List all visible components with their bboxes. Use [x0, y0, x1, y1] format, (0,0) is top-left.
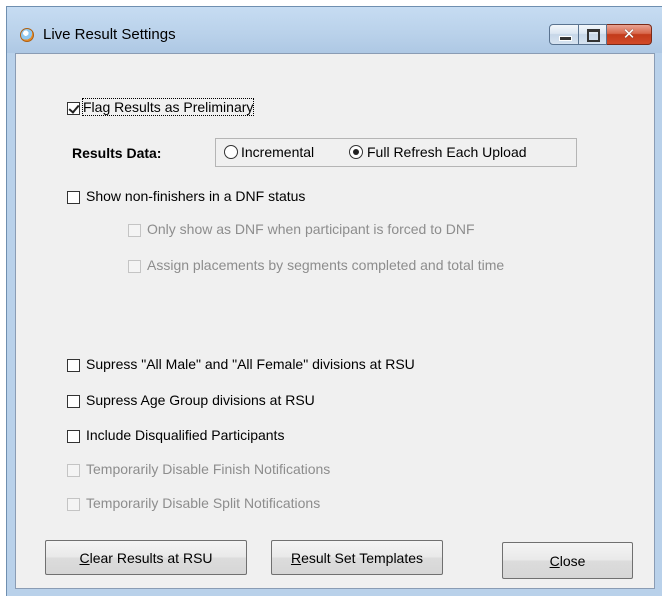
flag-preliminary-label[interactable]: Flag Results as Preliminary: [81, 98, 255, 116]
close-icon: ✕: [622, 26, 636, 43]
result-set-templates-button[interactable]: Result Set Templates: [271, 540, 443, 575]
caption-buttons: ✕: [549, 24, 652, 46]
close-window-button[interactable]: ✕: [607, 24, 652, 45]
close-button[interactable]: Close: [502, 542, 633, 579]
results-data-radio-group: Incremental Full Refresh Each Upload: [215, 138, 577, 167]
minimize-icon: [559, 36, 572, 41]
result-set-templates-label: esult Set Templates: [301, 549, 424, 566]
incremental-radio-label[interactable]: Incremental: [241, 144, 314, 160]
disable-split-notifications-checkbox[interactable]: [67, 498, 80, 511]
assign-placements-checkbox[interactable]: [128, 260, 141, 273]
results-data-label: Results Data:: [72, 145, 162, 161]
show-non-finishers-checkbox[interactable]: [67, 191, 80, 204]
title-bar[interactable]: Live Result Settings ✕: [7, 7, 662, 51]
clear-results-button[interactable]: Clear Results at RSU: [45, 540, 247, 575]
dialog-client-area: Flag Results as Preliminary Results Data…: [15, 53, 655, 589]
disable-split-notifications-label[interactable]: Temporarily Disable Split Notifications: [86, 495, 320, 511]
app-logo-icon: [20, 28, 34, 42]
supress-age-group-checkbox[interactable]: [67, 395, 80, 408]
clear-results-label: lear Results at RSU: [89, 549, 213, 566]
include-disqualified-label[interactable]: Include Disqualified Participants: [86, 427, 284, 443]
close-label: lose: [559, 552, 586, 569]
supress-all-divisions-checkbox[interactable]: [67, 359, 80, 372]
disable-finish-notifications-checkbox[interactable]: [67, 464, 80, 477]
supress-age-group-label[interactable]: Supress Age Group divisions at RSU: [86, 392, 315, 408]
full-refresh-radio-label[interactable]: Full Refresh Each Upload: [367, 144, 527, 160]
result-set-templates-mnemonic: R: [290, 549, 302, 566]
supress-all-divisions-label[interactable]: Supress "All Male" and "All Female" divi…: [86, 356, 415, 372]
window-title: Live Result Settings: [43, 26, 176, 43]
dialog-window: Live Result Settings ✕ Flag Results as P…: [6, 6, 662, 596]
minimize-button[interactable]: [549, 24, 579, 45]
close-mnemonic: C: [549, 552, 560, 569]
assign-placements-label[interactable]: Assign placements by segments completed …: [147, 257, 504, 273]
show-non-finishers-label[interactable]: Show non-finishers in a DNF status: [86, 188, 305, 204]
include-disqualified-checkbox[interactable]: [67, 430, 80, 443]
flag-preliminary-checkbox[interactable]: [67, 102, 80, 115]
clear-results-mnemonic: C: [79, 549, 90, 566]
disable-finish-notifications-label[interactable]: Temporarily Disable Finish Notifications: [86, 461, 330, 477]
incremental-radio[interactable]: [224, 145, 238, 159]
maximize-button[interactable]: [579, 24, 607, 45]
only-show-forced-dnf-checkbox[interactable]: [128, 224, 141, 237]
only-show-forced-dnf-label[interactable]: Only show as DNF when participant is for…: [147, 221, 475, 237]
full-refresh-radio[interactable]: [349, 145, 363, 159]
maximize-icon: [587, 29, 600, 42]
